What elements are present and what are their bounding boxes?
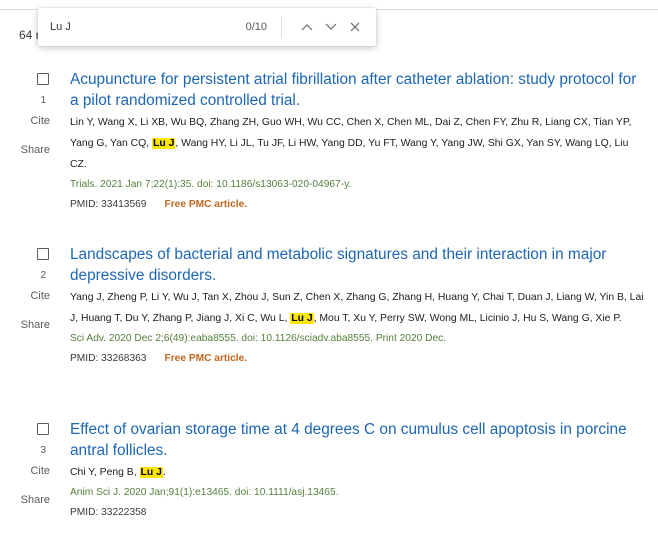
result-body: Effect of ovarian storage time at 4 degr… xyxy=(70,419,644,523)
result-pmid: PMID: 33268363 xyxy=(70,353,147,364)
search-results-page: 64 r Lu J 0/10 1 Cite Share Acupuncture … xyxy=(0,0,658,541)
result-number: 1 xyxy=(40,95,46,106)
search-highlight: Lu J xyxy=(139,467,163,478)
result-pmid-line: PMID: 33268363 Free PMC article. xyxy=(70,349,644,369)
chevron-down-icon xyxy=(325,23,337,30)
result-body: Landscapes of bacterial and metabolic si… xyxy=(70,244,644,369)
find-bar: Lu J 0/10 xyxy=(38,8,376,46)
result-title-link[interactable]: Landscapes of bacterial and metabolic si… xyxy=(70,244,644,286)
search-highlight: Lu J xyxy=(152,138,176,149)
find-match-count: 0/10 xyxy=(245,21,267,33)
result-pmid: PMID: 33222358 xyxy=(70,507,147,518)
find-separator xyxy=(281,16,282,38)
share-button[interactable]: Share xyxy=(0,494,50,506)
cite-button[interactable]: Cite xyxy=(0,115,50,127)
cite-button[interactable]: Cite xyxy=(0,290,50,302)
authors-text: Chi Y, Peng B, xyxy=(70,467,140,478)
results-count: 64 r xyxy=(19,28,40,42)
result-pmid-line: PMID: 33222358 xyxy=(70,503,644,523)
share-button[interactable]: Share xyxy=(0,144,50,156)
result-authors: Lin Y, Wang X, Li XB, Wu BQ, Zhang ZH, G… xyxy=(70,112,644,175)
result-pmid: PMID: 33413569 xyxy=(70,199,147,210)
find-input[interactable]: Lu J xyxy=(50,19,246,35)
share-button[interactable]: Share xyxy=(0,319,50,331)
result-authors: Chi Y, Peng B, Lu J. xyxy=(70,462,644,483)
result-title-link[interactable]: Acupuncture for persistent atrial fibril… xyxy=(70,69,644,111)
free-pmc-link[interactable]: Free PMC article. xyxy=(164,353,247,364)
find-next-button[interactable] xyxy=(320,16,342,38)
find-close-button[interactable] xyxy=(344,16,366,38)
result-citation: Sci Adv. 2020 Dec 2;6(49):eaba8555. doi:… xyxy=(70,333,447,344)
result-citation: Anim Sci J. 2020 Jan;91(1):e13465. doi: … xyxy=(70,487,339,498)
result-checkbox[interactable] xyxy=(37,73,49,85)
cite-button[interactable]: Cite xyxy=(0,465,50,477)
result-body: Acupuncture for persistent atrial fibril… xyxy=(70,69,644,215)
result-citation: Trials. 2021 Jan 7;22(1):35. doi: 10.118… xyxy=(70,179,352,190)
result-title-link[interactable]: Effect of ovarian storage time at 4 degr… xyxy=(70,419,644,461)
authors-text: , Mou T, Xu Y, Perry SW, Wong ML, Licini… xyxy=(313,313,622,324)
result-checkbox[interactable] xyxy=(37,248,49,260)
result-pmid-line: PMID: 33413569 Free PMC article. xyxy=(70,195,644,215)
search-highlight: Lu J xyxy=(290,313,314,324)
result-authors: Yang J, Zheng P, Li Y, Wu J, Tan X, Zhou… xyxy=(70,287,644,329)
close-icon xyxy=(350,22,360,32)
chevron-up-icon xyxy=(301,24,313,31)
authors-text: . xyxy=(162,467,166,478)
free-pmc-link[interactable]: Free PMC article. xyxy=(164,199,247,210)
result-number: 3 xyxy=(40,445,46,456)
result-number: 2 xyxy=(40,270,46,281)
result-checkbox[interactable] xyxy=(37,423,49,435)
find-prev-button[interactable] xyxy=(296,16,318,38)
